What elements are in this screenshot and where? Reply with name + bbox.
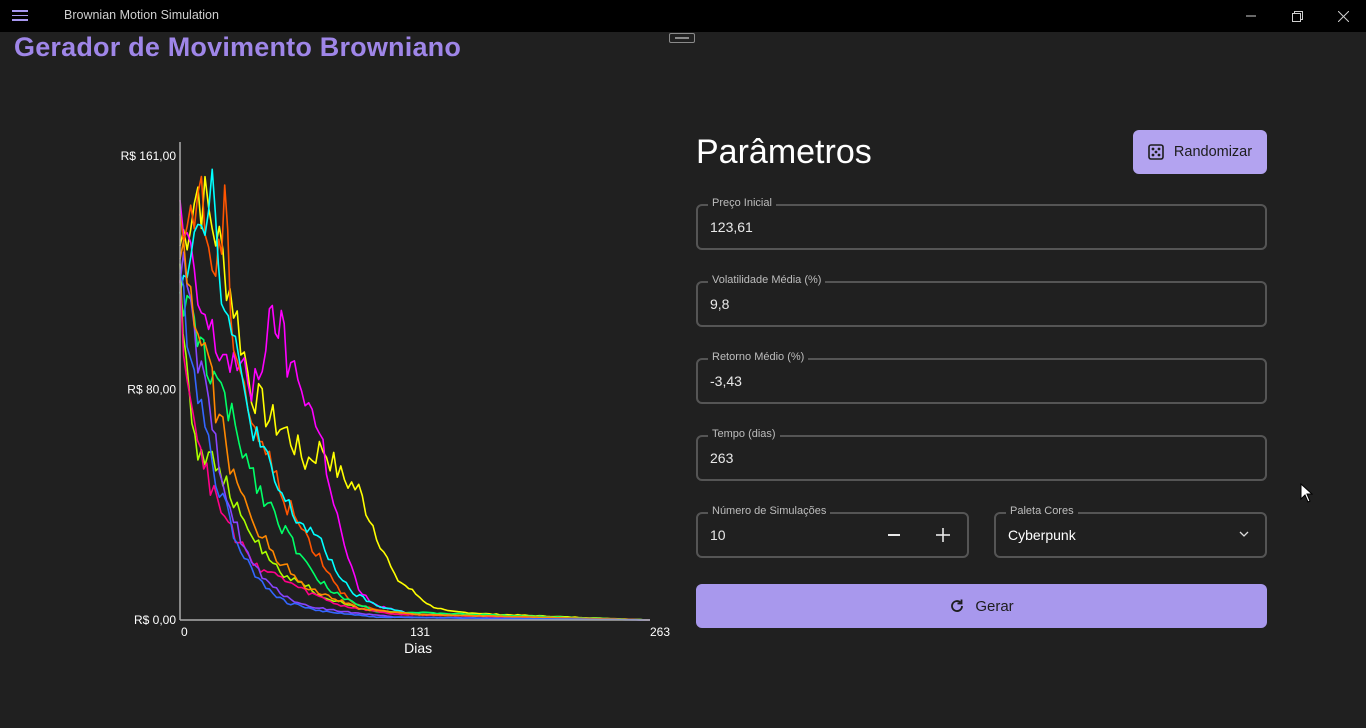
palette-value: Cyberpunk xyxy=(1008,527,1076,543)
refresh-icon xyxy=(951,599,964,612)
simulations-label: Número de Simulações xyxy=(708,504,831,518)
series-line-8 xyxy=(179,240,651,621)
x-tick-label: 263 xyxy=(650,625,670,639)
minus-icon xyxy=(888,534,900,536)
series-line-4 xyxy=(179,292,651,621)
x-axis-label: Dias xyxy=(404,640,432,656)
window-title: Brownian Motion Simulation xyxy=(64,8,219,22)
generate-button[interactable]: Gerar xyxy=(696,584,1267,628)
palette-label: Paleta Cores xyxy=(1006,504,1078,518)
palette-select[interactable]: Paleta Cores Cyberpunk xyxy=(994,504,1267,558)
randomize-button[interactable]: Randomizar xyxy=(1133,130,1267,174)
title-bar: Brownian Motion Simulation xyxy=(0,0,1366,32)
chevron-down-icon xyxy=(1239,531,1249,537)
randomize-label: Randomizar xyxy=(1173,144,1253,160)
restore-button[interactable] xyxy=(1274,0,1320,32)
time-value[interactable]: 263 xyxy=(710,450,733,466)
y-tick-label: R$ 0,00 xyxy=(134,613,176,627)
initial-price-label: Preço Inicial xyxy=(708,196,776,210)
series-line-6 xyxy=(179,279,651,621)
plus-icon xyxy=(936,528,950,542)
return-value[interactable]: -3,43 xyxy=(710,373,742,389)
volatility-value[interactable]: 9,8 xyxy=(710,296,729,312)
y-tick-label: R$ 161,00 xyxy=(121,149,177,163)
brownian-chart: R$ 0,00 R$ 80,00 R$ 161,00 0 131 263 Dias xyxy=(121,142,670,656)
hamburger-menu-icon[interactable] xyxy=(12,8,28,24)
minimize-button[interactable] xyxy=(1228,0,1274,32)
minimize-icon xyxy=(1246,15,1256,17)
x-tick-label: 131 xyxy=(410,625,430,639)
close-button[interactable] xyxy=(1320,0,1366,32)
generate-label: Gerar xyxy=(975,597,1014,615)
drag-handle[interactable] xyxy=(669,33,695,43)
time-field[interactable]: Tempo (dias) 263 xyxy=(696,427,1267,481)
page-title: Gerador de Movimento Browniano xyxy=(14,32,462,62)
y-tick-label: R$ 80,00 xyxy=(127,382,176,396)
time-label: Tempo (dias) xyxy=(708,427,780,441)
initial-price-value[interactable]: 123,61 xyxy=(710,219,753,235)
simulations-value[interactable]: 10 xyxy=(710,527,726,543)
restore-icon xyxy=(1291,10,1303,22)
simulations-stepper[interactable]: Número de Simulações 10 xyxy=(696,504,969,558)
return-label: Retorno Médio (%) xyxy=(708,350,809,364)
x-tick-label: 0 xyxy=(181,625,188,639)
decrement-button[interactable] xyxy=(870,514,918,556)
increment-button[interactable] xyxy=(919,514,967,556)
volatility-field[interactable]: Volatilidade Média (%) 9,8 xyxy=(696,273,1267,327)
params-title: Parâmetros xyxy=(696,133,872,171)
close-icon xyxy=(1337,10,1349,22)
dice-icon xyxy=(1148,144,1164,160)
volatility-label: Volatilidade Média (%) xyxy=(708,273,826,287)
initial-price-field[interactable]: Preço Inicial 123,61 xyxy=(696,196,1267,250)
return-field[interactable]: Retorno Médio (%) -3,43 xyxy=(696,350,1267,404)
mouse-cursor-icon xyxy=(1300,483,1314,503)
series-line-9 xyxy=(179,272,650,621)
